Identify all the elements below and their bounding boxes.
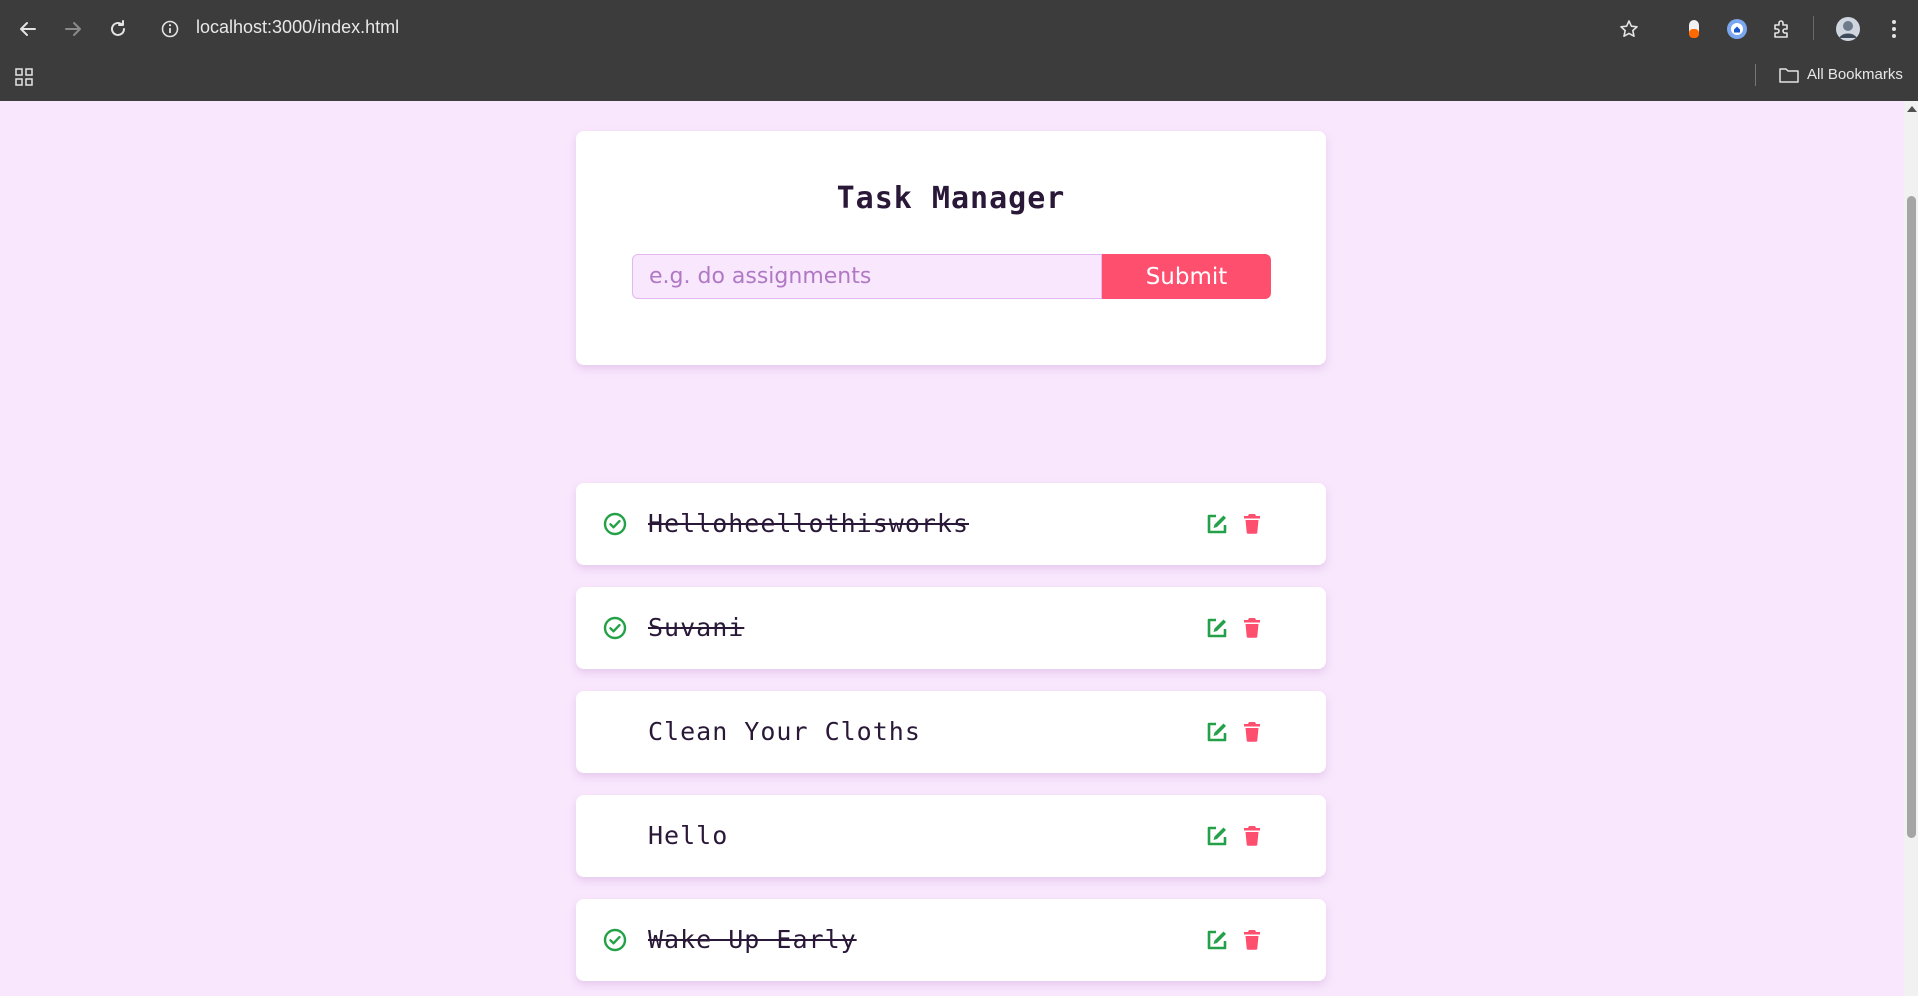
browser-menu-icon[interactable] [1880, 15, 1908, 43]
bookmarks-divider [1755, 64, 1756, 86]
task-item[interactable]: Hello [576, 795, 1326, 877]
task-item[interactable]: Helloheellothisworks [576, 483, 1326, 565]
task-item[interactable]: Clean Your Cloths [576, 691, 1326, 773]
task-item[interactable]: Suvani [576, 587, 1326, 669]
task-text[interactable]: Wake Up Early [648, 925, 857, 954]
extension-capsule-icon[interactable] [1680, 15, 1708, 43]
address-bar-url[interactable]: localhost:3000/index.html [196, 17, 399, 38]
bookmark-star-icon[interactable] [1615, 15, 1643, 43]
task-input[interactable] [632, 254, 1102, 299]
page-title: Task Manager [836, 181, 1066, 216]
check-circle-icon[interactable] [603, 928, 627, 952]
trash-icon[interactable] [1243, 721, 1261, 742]
scrollbar-thumb[interactable] [1907, 196, 1916, 838]
task-form-card: Task Manager Submit [576, 131, 1326, 365]
extensions-puzzle-icon[interactable] [1768, 15, 1796, 43]
task-text[interactable]: Suvani [648, 613, 744, 642]
edit-icon[interactable] [1206, 617, 1228, 639]
scroll-up-arrow-icon[interactable] [1907, 106, 1917, 112]
trash-icon[interactable] [1243, 513, 1261, 534]
edit-icon[interactable] [1206, 825, 1228, 847]
add-task-form: Submit [632, 254, 1271, 299]
bookmarks-bar [0, 58, 1918, 101]
edit-icon[interactable] [1206, 929, 1228, 951]
submit-button[interactable]: Submit [1102, 254, 1271, 299]
apps-grid-icon[interactable] [12, 65, 36, 89]
trash-icon[interactable] [1243, 825, 1261, 846]
task-text[interactable]: Clean Your Cloths [648, 717, 921, 746]
trash-icon[interactable] [1243, 617, 1261, 638]
page-viewport: Task Manager Submit Helloheellothisworks… [0, 101, 1904, 996]
browser-toolbar: localhost:3000/index.html [0, 0, 1918, 58]
check-circle-icon[interactable] [603, 616, 627, 640]
forward-arrow-icon[interactable] [59, 15, 87, 43]
trash-icon[interactable] [1243, 929, 1261, 950]
check-circle-icon[interactable] [603, 512, 627, 536]
profile-avatar-icon[interactable] [1833, 14, 1863, 44]
task-item[interactable]: Wake Up Early [576, 899, 1326, 981]
task-list: Helloheellothisworks Suvani Clean Your Clo… [576, 483, 1326, 996]
toolbar-divider [1813, 16, 1814, 40]
edit-icon[interactable] [1206, 513, 1228, 535]
task-text[interactable]: Hello [648, 821, 728, 850]
browser-chrome: localhost:3000/index.html All Bookmarks [0, 0, 1918, 101]
all-bookmarks-label[interactable]: All Bookmarks [1807, 66, 1903, 83]
back-arrow-icon[interactable] [14, 15, 42, 43]
page-scrollbar[interactable] [1904, 101, 1918, 996]
reload-icon[interactable] [104, 15, 132, 43]
site-info-icon[interactable] [158, 17, 182, 41]
task-text[interactable]: Helloheellothisworks [648, 509, 969, 538]
bookmark-folder-icon[interactable] [1777, 64, 1801, 86]
extension-shield-icon[interactable] [1723, 15, 1751, 43]
edit-icon[interactable] [1206, 721, 1228, 743]
